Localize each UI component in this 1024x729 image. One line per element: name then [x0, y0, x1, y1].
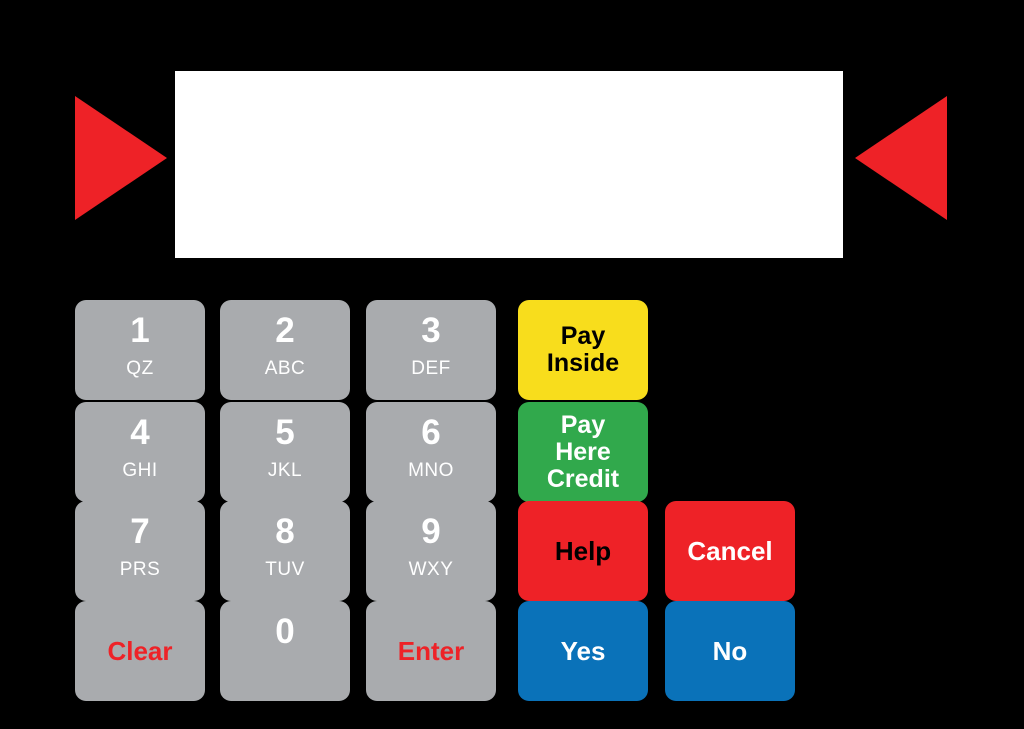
key-0-digit: 0: [275, 612, 295, 651]
key-no-label: No: [712, 636, 748, 666]
key-4-digit: 4: [130, 413, 150, 452]
key-pay-inside-label-line: Inside: [546, 349, 620, 377]
key-8-letters: TUV: [265, 559, 305, 580]
key-9[interactable]: 9 WXY: [366, 501, 496, 601]
key-2-letters: ABC: [264, 358, 306, 379]
key-pay-here-credit-label-line: Credit: [546, 464, 620, 493]
key-1-digit: 1: [130, 311, 150, 350]
key-pay-here-credit-label: Pay Here Credit: [546, 410, 620, 493]
key-8[interactable]: 8 TUV: [220, 501, 350, 601]
key-9-letters: WXY: [408, 559, 454, 580]
key-1[interactable]: 1 QZ: [75, 300, 205, 400]
keypad: 1 QZ 2 ABC 3 DEF Pay Inside 4 GHI 5 JKL 6 MNO Pay Here C…: [0, 0, 1024, 729]
key-4[interactable]: 4 GHI: [75, 402, 205, 502]
key-5-digit: 5: [275, 413, 295, 452]
key-2-digit: 2: [275, 311, 295, 350]
key-6[interactable]: 6 MNO: [366, 402, 496, 502]
key-enter[interactable]: Enter: [366, 601, 496, 701]
key-5[interactable]: 5 JKL: [220, 402, 350, 502]
key-3-digit: 3: [421, 311, 441, 350]
key-7-digit: 7: [130, 512, 150, 551]
key-6-digit: 6: [421, 413, 441, 452]
key-4-letters: GHI: [122, 460, 158, 481]
key-cancel[interactable]: Cancel: [665, 501, 795, 601]
key-clear[interactable]: Clear: [75, 601, 205, 701]
key-7[interactable]: 7 PRS: [75, 501, 205, 601]
key-pay-here-credit-label-line: Pay: [560, 410, 606, 439]
key-yes-label: Yes: [560, 636, 606, 666]
key-no[interactable]: No: [665, 601, 795, 701]
key-8-digit: 8: [275, 512, 295, 551]
key-enter-label: Enter: [397, 636, 465, 666]
key-cancel-label: Cancel: [687, 536, 773, 566]
key-pay-inside-label-line: Pay: [560, 322, 606, 350]
key-pay-here-credit[interactable]: Pay Here Credit: [518, 402, 648, 502]
key-7-letters: PRS: [119, 559, 161, 580]
key-9-digit: 9: [421, 512, 441, 551]
key-1-letters: QZ: [126, 358, 154, 379]
key-3-letters: DEF: [411, 358, 451, 379]
key-pay-inside-label: Pay Inside: [547, 323, 619, 377]
key-2[interactable]: 2 ABC: [220, 300, 350, 400]
key-6-letters: MNO: [408, 460, 454, 481]
key-help[interactable]: Help: [518, 501, 648, 601]
key-pay-here-credit-label-line: Here: [555, 437, 611, 466]
dispenser-panel: 1 QZ 2 ABC 3 DEF Pay Inside 4 GHI 5 JKL 6 MNO Pay Here C…: [0, 0, 1024, 729]
key-clear-label: Clear: [107, 636, 173, 666]
key-yes[interactable]: Yes: [518, 601, 648, 701]
key-3[interactable]: 3 DEF: [366, 300, 496, 400]
key-0[interactable]: 0: [220, 601, 350, 701]
key-5-letters: JKL: [267, 460, 303, 481]
key-help-label: Help: [554, 536, 612, 566]
key-pay-inside[interactable]: Pay Inside: [518, 300, 648, 400]
